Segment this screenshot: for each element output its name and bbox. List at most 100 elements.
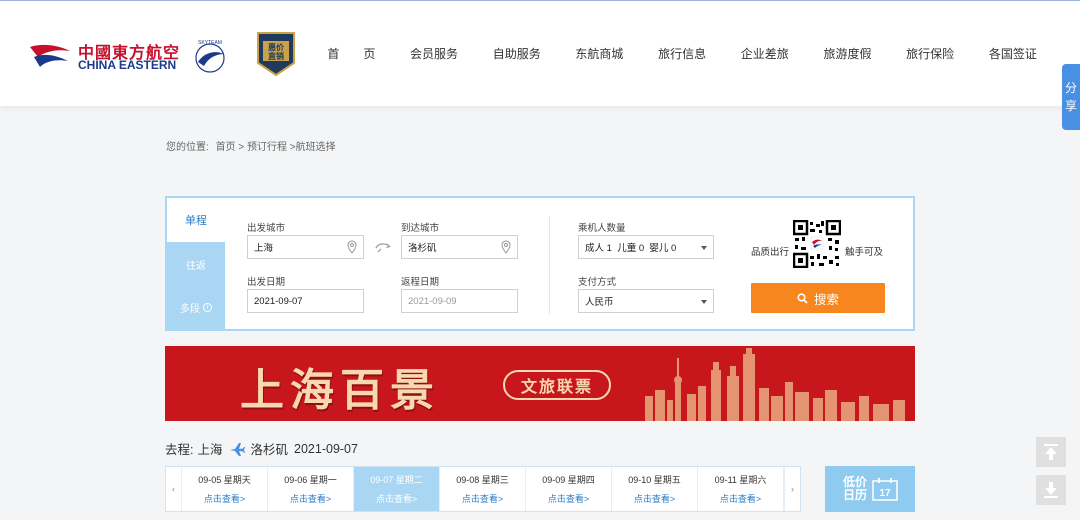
passenger-count-value: 成人 1 儿童 0 婴儿 0 [585,243,677,254]
to-city-input[interactable]: 洛杉矶 [401,235,518,259]
breadcrumb: 您的位置: 首页 > 预订行程 >航班选择 [166,138,340,153]
date-option-link[interactable]: 点击查看> [462,492,503,505]
tab-oneway-label: 单程 [185,215,207,227]
arrow-up-icon [1044,444,1058,460]
nav-item-insurance[interactable]: 旅行保险 [889,45,972,65]
date-option-link[interactable]: 点击查看> [634,492,675,505]
nav-item-visa[interactable]: 各国签证 [972,45,1055,65]
arrow-down-icon [1044,482,1058,498]
nav-item-self-service[interactable]: 自助服务 [475,45,558,65]
search-button[interactable]: 搜索 [751,283,885,313]
next-dates-button[interactable]: › [784,467,800,511]
promo-banner[interactable]: 上海百景 文旅联票 [165,346,915,421]
date-option-date: 09-06 星期一 [284,475,337,485]
scroll-bottom-button[interactable] [1036,475,1066,505]
from-city-input[interactable]: 上海 [247,235,364,259]
tab-multi-label: 多段 [180,304,200,315]
depart-date-input[interactable]: 2021-09-07 [247,289,364,313]
route-origin: 上海 [197,443,223,457]
nav-item-travel-info[interactable]: 旅行信息 [641,45,724,65]
banner-title: 上海百景 [240,366,440,415]
banner-pill-label: 文旅联票 [520,379,593,396]
to-city-label: 到达城市 [401,223,440,234]
swap-cities-icon[interactable] [374,240,392,254]
date-option-link[interactable]: 点击查看> [290,492,331,505]
date-option[interactable]: 09-09 星期四 点击查看> [526,467,612,511]
chevron-left-icon: ‹ [172,484,175,494]
date-option-link[interactable]: 点击查看> [376,492,417,505]
calendar-icon: 17 [872,478,898,501]
payment-method-label: 支付方式 [578,277,617,288]
share-label-1: 分 [1064,81,1077,95]
breadcrumb-path[interactable]: 首页 > 预订行程 >航班选择 [216,142,336,153]
search-button-label: 搜索 [813,292,839,307]
nav-item-mall[interactable]: 东航商城 [558,45,641,65]
passenger-count-select[interactable]: 成人 1 儿童 0 婴儿 0 [578,235,714,259]
date-option-date: 09-11 星期六 [714,475,767,485]
route-date: 2021-09-07 [294,441,358,456]
date-selector: ‹ 09-05 星期天 点击查看> 09-06 星期一 点击查看> 09-07 … [165,466,801,512]
qr-code-icon[interactable] [793,220,841,268]
date-option[interactable]: 09-11 星期六 点击查看> [698,467,784,511]
scroll-top-button[interactable] [1036,437,1066,467]
date-option[interactable]: 09-08 星期三 点击查看> [440,467,526,511]
date-option-date: 09-09 星期四 [542,475,595,485]
chevron-right-icon: › [791,484,794,494]
qr-caption-right: 触手可及 [845,247,884,258]
from-city-label: 出发城市 [247,223,286,234]
date-option-link[interactable]: 点击查看> [720,492,761,505]
tab-roundtrip-label: 往返 [186,260,206,272]
search-icon [797,292,808,304]
swallow-logo-icon [30,44,70,67]
route-prefix: 去程: [165,443,194,457]
china-eastern-logo[interactable]: 中國東方航空 CHINA EASTERN [28,39,188,73]
svg-text:直销: 直销 [268,51,284,61]
panel-divider [549,216,550,314]
location-pin-icon [501,240,511,254]
banner-pill: 文旅联票 [503,370,611,400]
qr-caption-left: 品质出行 [751,247,790,258]
low-price-calendar-button[interactable]: 低价日历 17 [825,466,915,512]
depart-date-label: 出发日期 [247,277,286,288]
tab-oneway[interactable]: 单程 [167,198,225,242]
chevron-down-icon [701,246,707,250]
direct-sale-badge-icon: 惠价 直销 [257,32,295,77]
breadcrumb-label: 您的位置: [166,142,209,153]
nav-item-corporate[interactable]: 企业差旅 [723,45,806,65]
date-option[interactable]: 09-05 星期天 点击查看> [182,467,268,511]
airplane-icon [229,442,245,456]
passenger-count-label: 乘机人数量 [578,223,626,234]
route-destination: 洛杉矶 [250,443,289,457]
skyteam-text: SKYTEAM [198,40,222,46]
nav-item-holiday[interactable]: 旅游度假 [806,45,889,65]
calendar-day: 17 [879,488,891,499]
date-option-selected[interactable]: 09-07 星期二 点击查看> [354,467,440,511]
location-pin-icon [347,240,357,254]
date-option-date: 09-05 星期天 [198,475,251,485]
route-summary: 去程: 上海 洛杉矶 2021-09-07 [165,439,358,458]
date-option-date: 09-07 星期二 [370,475,423,485]
return-date-label: 返程日期 [401,277,440,288]
tab-roundtrip[interactable]: 往返 [167,242,225,286]
date-option-link[interactable]: 点击查看> [204,492,245,505]
to-city-value: 洛杉矶 [408,243,437,254]
depart-date-value: 2021-09-07 [254,295,303,307]
date-option[interactable]: 09-10 星期五 点击查看> [612,467,698,511]
trip-type-tabs: 单程 往返 多段 i [167,198,225,329]
flight-search-panel: 单程 往返 多段 i 出发城市 上海 到达城市 洛杉矶 出发日期 2021-09… [165,196,915,331]
payment-method-select[interactable]: 人民币 [578,289,714,313]
date-option-date: 09-08 星期三 [456,475,509,485]
nav-item-home[interactable]: 首 页 [310,45,393,65]
info-icon[interactable]: i [203,303,212,312]
share-label-2: 享 [1064,99,1077,113]
nav-item-member[interactable]: 会员服务 [393,45,476,65]
date-option-date: 09-10 星期五 [628,475,681,485]
return-date-input[interactable]: 2021-09-09 [401,289,518,313]
share-button[interactable]: 分 享 [1062,64,1080,130]
low-price-calendar-label: 低价日历 [842,475,867,502]
shanghai-skyline-image [645,348,905,421]
prev-dates-button[interactable]: ‹ [166,467,182,511]
tab-multi[interactable]: 多段 i [167,286,225,329]
date-option[interactable]: 09-06 星期一 点击查看> [268,467,354,511]
date-option-link[interactable]: 点击查看> [548,492,589,505]
